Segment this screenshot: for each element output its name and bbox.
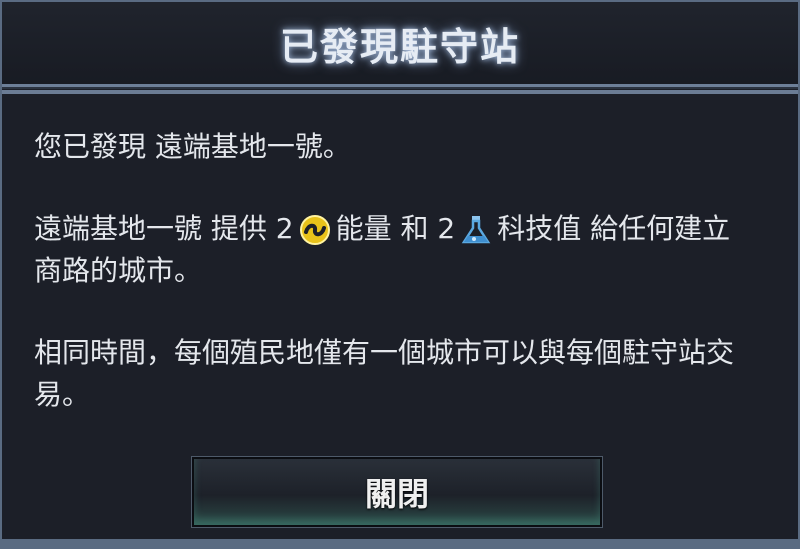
dialog-header: 已發現駐守站: [2, 2, 798, 87]
dialog-bottom-border: [2, 539, 798, 547]
header-divider: [2, 90, 798, 94]
reward-description: 遠端基地一號 提供 2 能量 和 2 科技值 給任何建立商路的城市。: [34, 208, 754, 292]
reward-text-part1: 遠端基地一號 提供 2: [34, 212, 294, 245]
reward-text-part2: 能量 和 2: [335, 212, 456, 245]
energy-icon: [298, 213, 332, 247]
station-discovered-dialog: 已發現駐守站 您已發現 遠端基地一號。 遠端基地一號 提供 2 能量 和 2 科…: [0, 0, 800, 549]
trade-rule-message: 相同時間，每個殖民地僅有一個城市可以與每個駐守站交易。: [34, 336, 735, 411]
dialog-title: 已發現駐守站: [279, 25, 520, 69]
science-flask-icon: [459, 213, 493, 247]
discovery-message: 您已發現 遠端基地一號。: [34, 130, 351, 163]
close-button-label: 關閉: [364, 475, 429, 513]
close-button[interactable]: 關閉: [191, 456, 603, 528]
dialog-body: 您已發現 遠端基地一號。 遠端基地一號 提供 2 能量 和 2 科技值 給任何建…: [34, 126, 754, 456]
